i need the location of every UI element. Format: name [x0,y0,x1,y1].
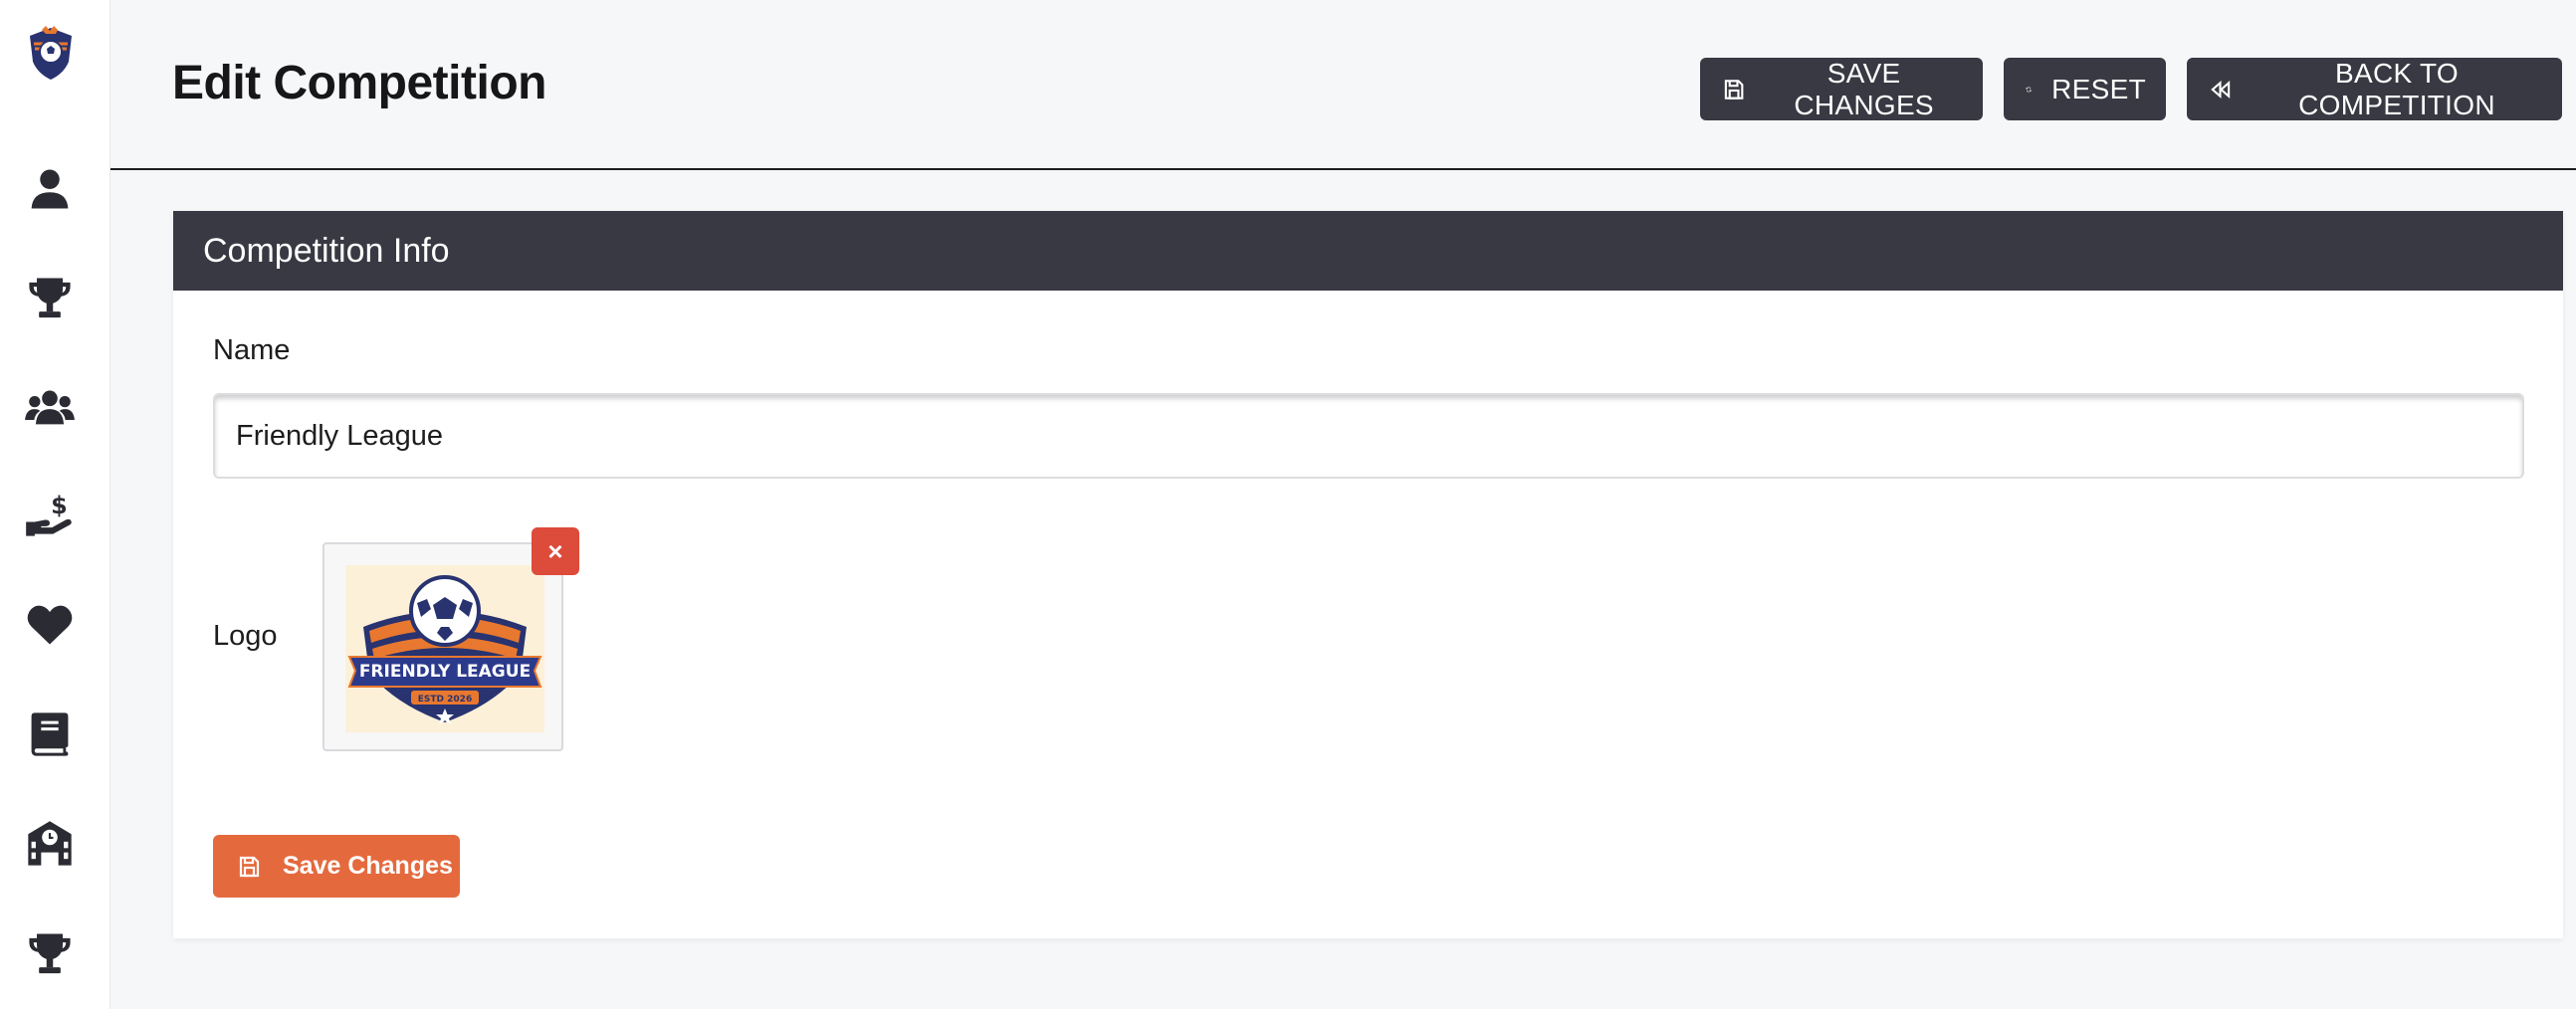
sidebar-item-users[interactable] [0,149,100,229]
logo-preview[interactable]: FRIENDLY LEAGUE ESTD 2026 [322,542,563,751]
sidebar-item-payments[interactable]: $ [0,476,100,555]
save-changes-form-label: Save Changes [283,852,453,880]
heart-icon [27,605,73,645]
sidebar-item-favorites[interactable] [0,585,100,665]
backward-icon [2211,80,2231,99]
sidebar-item-rules[interactable] [0,695,100,774]
save-changes-button[interactable]: SAVE CHANGES [1700,58,1983,120]
book-icon [31,712,69,756]
sidebar-item-competitions[interactable] [0,258,100,337]
trophy-icon [29,278,71,318]
sidebar-item-awards[interactable] [0,913,100,993]
name-label: Name [213,334,291,366]
reset-button[interactable]: RESET [2004,58,2166,120]
competition-info-card: Competition Info Name Logo FRIENDLY LEAG… [173,211,2563,938]
svg-text:$: $ [51,492,68,519]
sidebar-item-schools[interactable] [0,804,100,884]
sidebar-item-teams[interactable] [0,367,100,447]
logo-subtext: ESTD 2026 [418,695,472,705]
school-icon [28,821,72,866]
user-icon [31,169,69,209]
save-changes-label: SAVE CHANGES [1794,57,1934,120]
page-title: Edit Competition [172,57,546,109]
competition-logo-image: FRIENDLY LEAGUE ESTD 2026 [345,565,544,732]
logo-label: Logo [213,620,278,652]
reset-label: RESET [2051,73,2146,104]
save-changes-form-button[interactable]: Save Changes [213,835,460,898]
sidebar: $ [0,0,110,1009]
users-icon [25,390,75,425]
refresh-icon [2026,87,2032,92]
hand-holding-dollar-icon: $ [26,492,72,536]
back-to-competition-button[interactable]: BACK TO COMPETITION [2187,58,2562,120]
card-title: Competition Info [203,231,450,270]
save-icon [1724,79,1744,100]
app-logo-icon [30,26,72,80]
save-icon [239,856,260,877]
card-header: Competition Info [173,211,2563,291]
close-icon: × [547,535,563,566]
trophy-icon [29,933,71,974]
name-input[interactable] [213,393,2524,479]
remove-logo-button[interactable]: × [532,527,579,575]
app-logo[interactable] [12,14,90,92]
page-header: Edit Competition SAVE CHANGES RESET BACK… [110,0,2576,170]
back-to-competition-label: BACK TO COMPETITION [2298,57,2495,120]
logo-text: FRIENDLY LEAGUE [359,662,531,682]
